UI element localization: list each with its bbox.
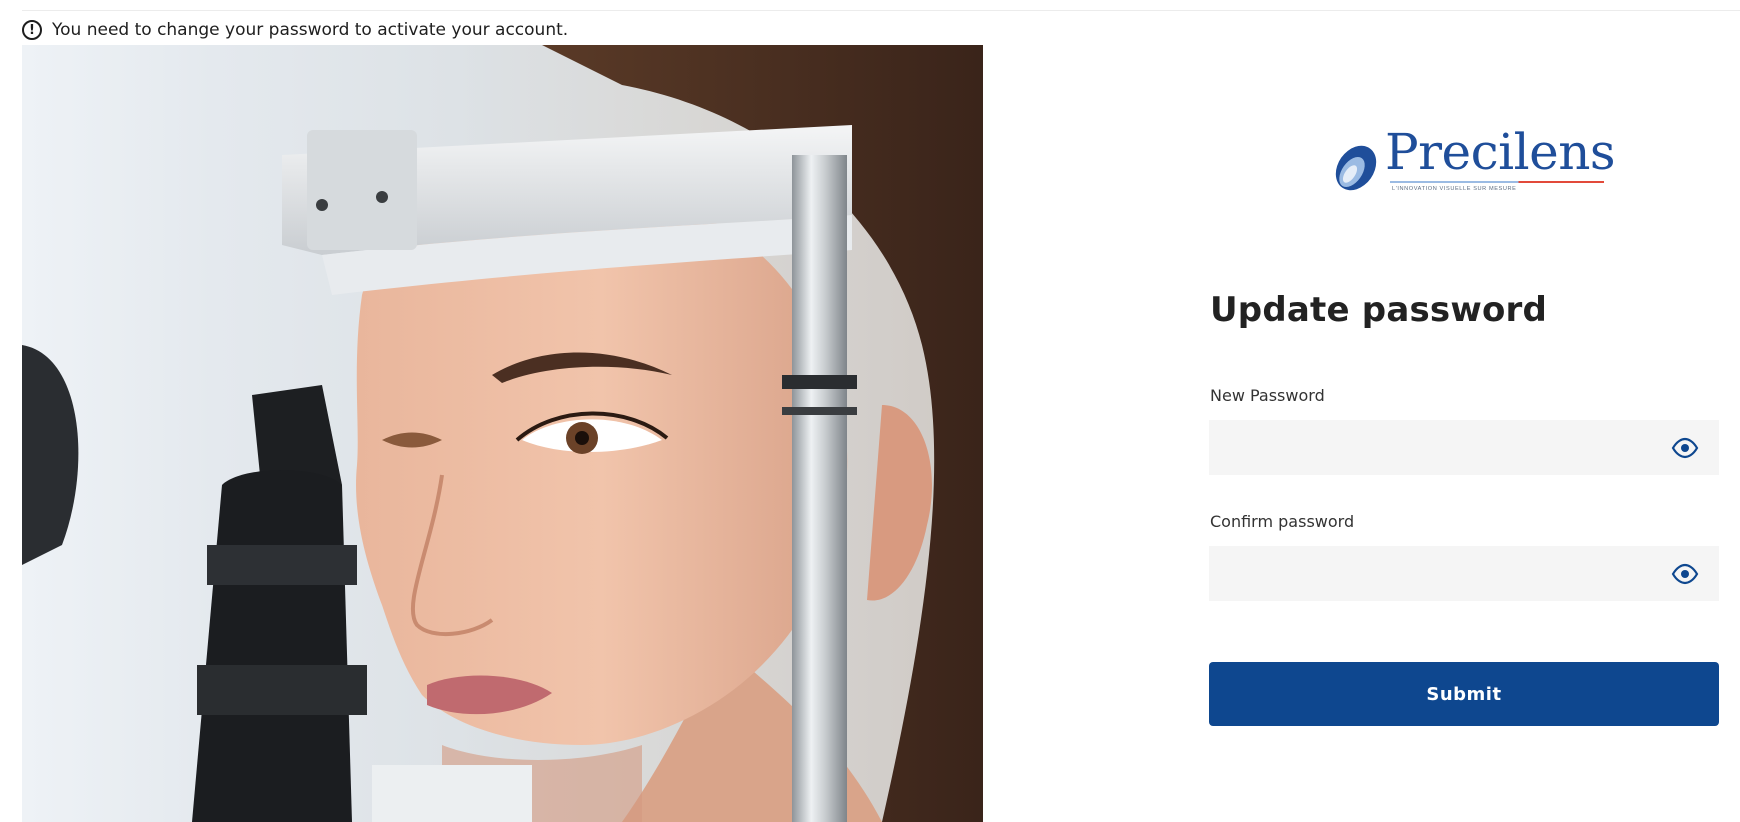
submit-button[interactable]: Submit	[1209, 662, 1719, 726]
alert-circle-icon: !	[22, 20, 42, 40]
confirm-password-label: Confirm password	[1210, 512, 1355, 531]
precilens-logo: Precilens L'innovation visuelle sur mesu…	[1330, 123, 1616, 206]
page-root: ! You need to change your password to ac…	[0, 0, 1740, 822]
eye-exam-illustration	[22, 45, 983, 822]
activation-notice: ! You need to change your password to ac…	[22, 15, 568, 45]
logo-lens-icon	[1335, 145, 1377, 191]
eye-icon[interactable]	[1671, 562, 1699, 586]
logo-underline	[1390, 181, 1604, 183]
logo-tagline: L'innovation visuelle sur mesure	[1392, 186, 1517, 192]
hero-photo	[22, 45, 983, 822]
page-title: Update password	[1210, 290, 1548, 330]
confirm-password-field[interactable]	[1209, 546, 1719, 601]
new-password-field[interactable]	[1209, 420, 1719, 475]
confirm-password-input[interactable]	[1209, 546, 1719, 601]
logo-wordmark: Precilens	[1385, 123, 1616, 181]
eye-icon[interactable]	[1671, 436, 1699, 460]
new-password-input[interactable]	[1209, 420, 1719, 475]
new-password-label: New Password	[1210, 386, 1325, 405]
top-divider	[22, 10, 1740, 11]
notice-text: You need to change your password to acti…	[52, 20, 569, 40]
